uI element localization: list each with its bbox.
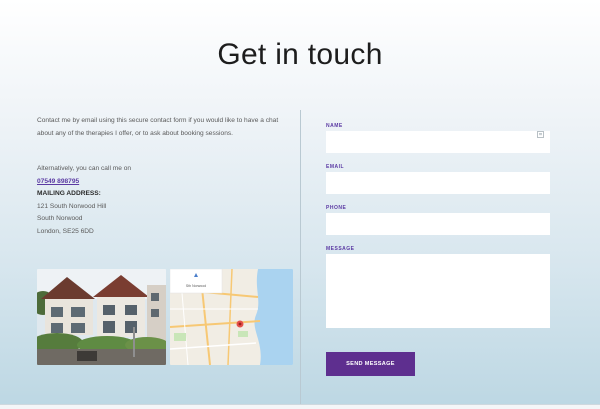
phone-link[interactable]: 07549 898795 — [37, 176, 292, 189]
location-map[interactable]: Sth Norwood — [170, 269, 293, 365]
svg-text:Sth Norwood: Sth Norwood — [186, 284, 206, 288]
send-message-button[interactable]: SEND MESSAGE — [326, 352, 415, 376]
phone-input[interactable] — [326, 213, 550, 235]
form-icon — [537, 125, 544, 138]
contact-info: Contact me by email using this secure co… — [37, 114, 292, 238]
name-input[interactable] — [326, 131, 550, 153]
message-textarea[interactable] — [326, 254, 550, 328]
phone-label: PHONE — [326, 205, 347, 211]
intro-text: Contact me by email using this secure co… — [37, 117, 279, 137]
message-label: MESSAGE — [326, 246, 355, 252]
map-label: Sth Norwood — [186, 284, 206, 288]
page-bottom-edge — [0, 404, 600, 409]
alternative-contact: Alternatively, you can call me on 07549 … — [37, 163, 292, 238]
address-line-2: South Norwood — [37, 215, 83, 222]
contact-form: NAME EMAIL PHONE MESSAGE — [326, 122, 550, 328]
name-label: NAME — [326, 123, 343, 129]
address-line-3: London, SE25 6DD — [37, 227, 94, 235]
column-divider — [300, 110, 301, 404]
house-photo — [37, 269, 166, 365]
email-label: EMAIL — [326, 164, 345, 170]
house-photo-image — [37, 269, 166, 365]
mailing-address-heading: MAILING ADDRESS: — [37, 190, 101, 197]
address-line-1: 121 South Norwood Hill — [37, 202, 107, 210]
map-image: Sth Norwood — [170, 269, 293, 365]
alt-text: Alternatively, you can call me on — [37, 165, 132, 172]
page-title: Get in touch — [217, 38, 383, 71]
email-input[interactable] — [326, 172, 550, 194]
